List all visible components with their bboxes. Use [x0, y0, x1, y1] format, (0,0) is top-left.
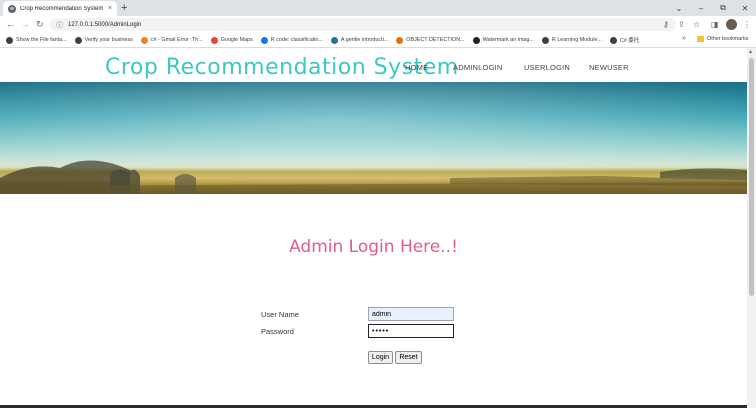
bookmark-item[interactable]: Watermark an imag...: [472, 36, 534, 44]
bookmark-favicon-icon: [330, 36, 338, 44]
back-button[interactable]: ←: [6, 18, 15, 31]
browser-tab[interactable]: ⊕ Crop Recommendation System ×: [3, 1, 117, 16]
reset-button[interactable]: Reset: [395, 351, 422, 364]
other-bookmarks-label: Other bookmarks: [707, 36, 749, 42]
bookmark-label: R Learning Module...: [551, 37, 602, 43]
bookmark-favicon-icon: [472, 36, 480, 44]
url-text: 127.0.0.1:5000/AdminLogin: [68, 21, 142, 28]
username-label: User Name: [261, 310, 299, 319]
bookmark-favicon-icon: [609, 36, 617, 44]
globe-icon: ⊕: [8, 4, 16, 13]
profile-avatar[interactable]: [726, 19, 737, 30]
bookmark-item[interactable]: c# - Gmail Error :Th...: [140, 36, 203, 44]
address-bar[interactable]: ⓘ 127.0.0.1:5000/AdminLogin: [50, 18, 676, 31]
nav-userlogin[interactable]: USERLOGIN: [524, 63, 570, 72]
forward-button[interactable]: →: [21, 18, 30, 31]
bookmark-item[interactable]: Google Maps: [210, 36, 253, 44]
password-label: Password: [261, 327, 294, 336]
bookmarks-overflow-icon[interactable]: »: [682, 35, 686, 42]
bookmark-label: Show the File fanta...: [16, 37, 67, 43]
bookmark-item[interactable]: Show the File fanta...: [6, 36, 67, 44]
username-input[interactable]: [368, 307, 454, 321]
bookmark-label: Watermark an imag...: [482, 37, 534, 43]
bookmark-favicon-icon: [396, 36, 404, 44]
bookmark-label: Verify your business: [84, 37, 133, 43]
other-bookmarks[interactable]: Other bookmarks: [697, 36, 748, 42]
site-info-icon[interactable]: ⓘ: [56, 20, 63, 30]
bookmark-favicon-icon: [74, 36, 82, 44]
restore-button[interactable]: ⧉: [712, 0, 734, 16]
bookmark-label: A gentle introducti...: [340, 37, 389, 43]
minimize-button[interactable]: –: [690, 0, 712, 16]
bookmark-label: Google Maps: [220, 37, 253, 43]
new-tab-button[interactable]: +: [121, 1, 127, 15]
bookmark-label: R code: classificatio...: [270, 37, 323, 43]
reload-button[interactable]: ↻: [36, 18, 44, 31]
password-input[interactable]: [368, 324, 454, 338]
hero-banner-image: [0, 82, 747, 194]
tab-search-icon[interactable]: ⌄: [668, 0, 690, 16]
bookmark-item[interactable]: OBJECT DETECTION...: [396, 36, 465, 44]
close-window-button[interactable]: ✕: [734, 0, 756, 16]
menu-icon[interactable]: ⋮: [743, 19, 751, 30]
tab-title: Crop Recommendation System: [20, 5, 104, 12]
bookmark-favicon-icon: [210, 36, 218, 44]
tab-close-icon[interactable]: ×: [108, 5, 112, 12]
bookmark-label: c# - Gmail Error :Th...: [150, 37, 203, 43]
scrollbar-thumb[interactable]: [749, 58, 754, 296]
folder-icon: [697, 36, 704, 42]
nav-home[interactable]: HOME: [405, 63, 428, 72]
bookmark-label: OBJECT DETECTION...: [406, 37, 465, 43]
share-icon[interactable]: ⇪: [678, 19, 685, 30]
bookmark-favicon-icon: [6, 36, 13, 44]
bookmark-item[interactable]: Verify your business: [74, 36, 133, 44]
scroll-up-arrow-icon[interactable]: ▲: [748, 49, 753, 55]
admin-login-heading: Admin Login Here..!: [289, 237, 458, 257]
bookmark-favicon-icon: [140, 36, 148, 44]
bookmark-favicon-icon: [260, 36, 268, 44]
bookmark-item[interactable]: C# 委托: [609, 36, 640, 44]
bookmark-item[interactable]: R code: classificatio...: [260, 36, 323, 44]
bookmark-item[interactable]: R Learning Module...: [541, 36, 602, 44]
bookmarks-bar: Show the File fanta... Verify your busine…: [0, 33, 756, 48]
nav-adminlogin[interactable]: ADMINLOGIN: [453, 63, 503, 72]
bookmark-item[interactable]: A gentle introducti...: [330, 36, 389, 44]
side-panel-icon[interactable]: ◨: [711, 19, 719, 30]
key-icon[interactable]: ⚷: [663, 19, 669, 30]
bookmark-label: C# 委托: [619, 38, 640, 44]
bookmark-star-icon[interactable]: ☆: [693, 19, 700, 30]
bookmark-favicon-icon: [541, 36, 549, 44]
login-button[interactable]: Login: [368, 351, 393, 364]
nav-newuser[interactable]: NEWUSER: [589, 63, 629, 72]
